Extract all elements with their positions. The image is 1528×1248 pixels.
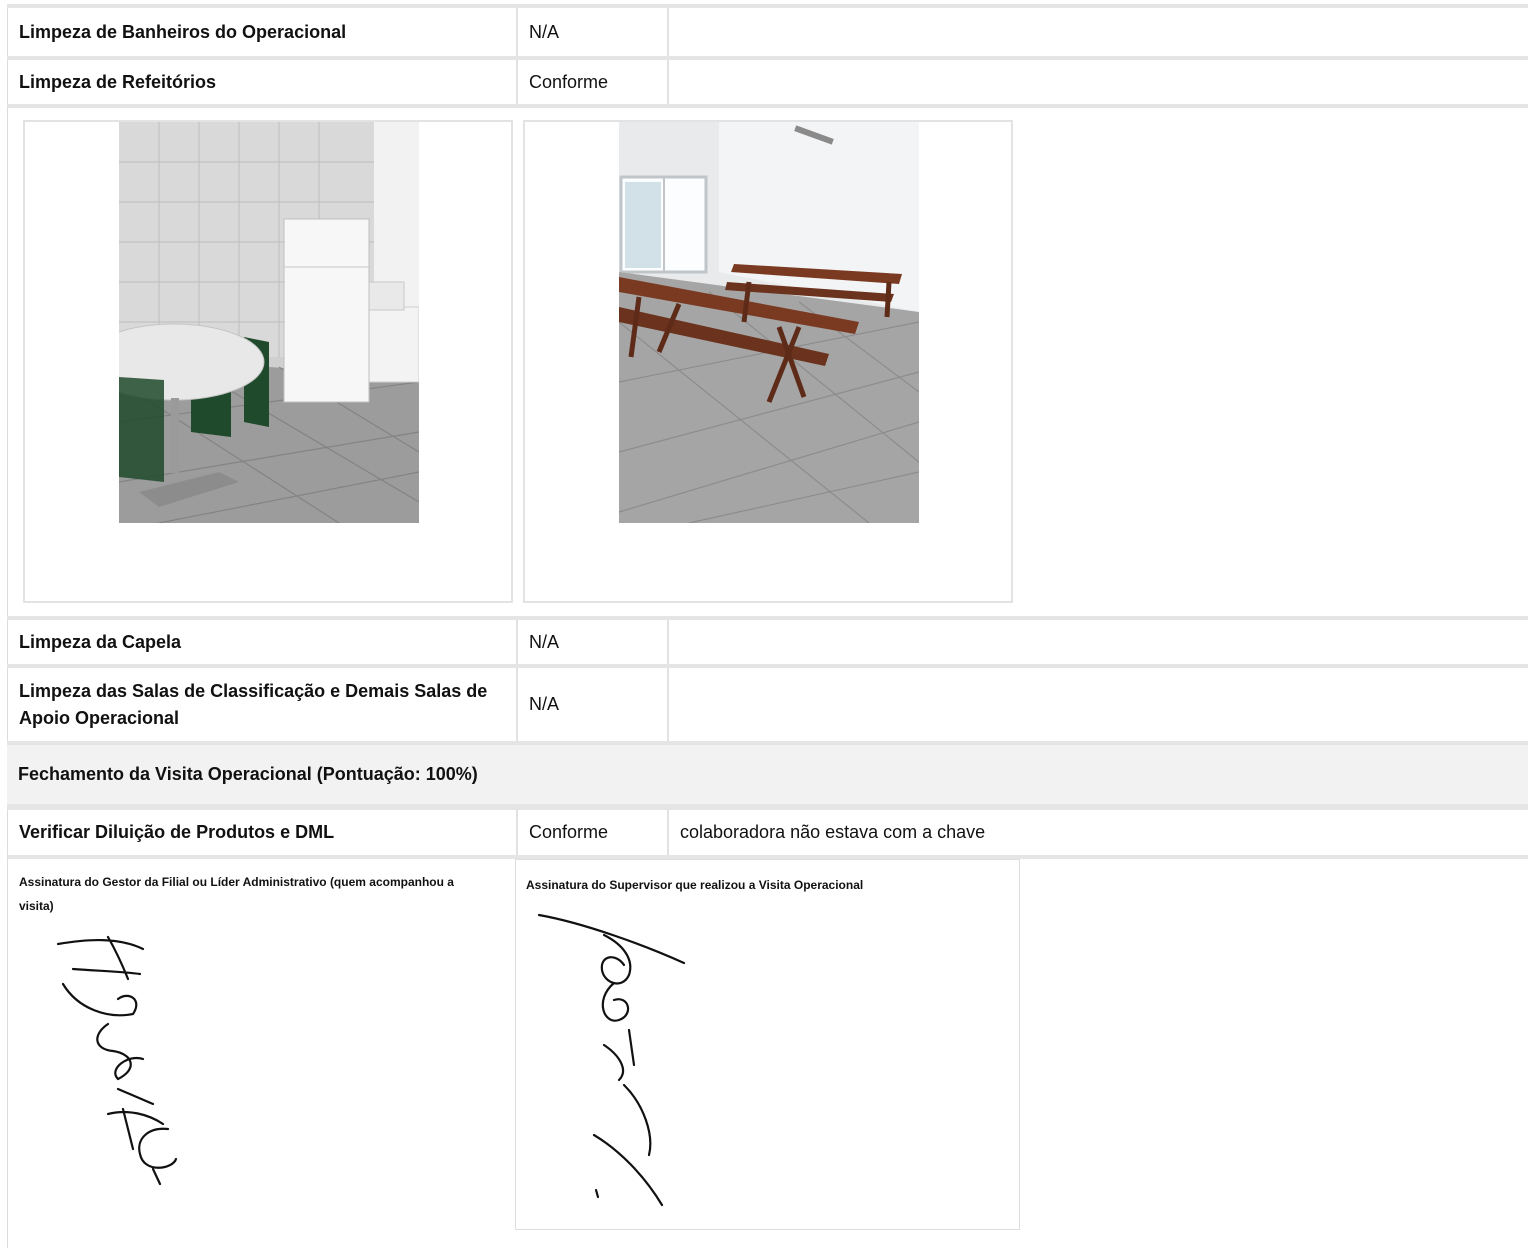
section-title: Fechamento da Visita Operacional (Pontua… <box>18 764 478 784</box>
supervisor-signature <box>537 913 686 1207</box>
supervisor-signature-box: Assinatura do Supervisor que realizou a … <box>515 859 1020 1230</box>
manager-signature <box>56 935 178 1186</box>
item-label: Limpeza da Capela <box>7 620 516 664</box>
item-status: Conforme <box>516 60 667 104</box>
item-status: Conforme <box>516 810 667 855</box>
table-row: Limpeza da Capela N/A <box>7 616 1528 664</box>
item-status: N/A <box>516 620 667 664</box>
manager-signature-label: Assinatura do Gestor da Filial ou Líder … <box>19 875 454 913</box>
item-comment <box>667 8 1528 56</box>
table-row: Limpeza das Salas de Classificação e Dem… <box>7 664 1528 741</box>
item-comment <box>667 620 1528 664</box>
table-row: Limpeza de Banheiros do Operacional N/A <box>7 4 1528 56</box>
photo-frame <box>23 120 513 603</box>
item-label: Limpeza das Salas de Classificação e Dem… <box>7 668 516 741</box>
item-label: Verificar Diluição de Produtos e DML <box>7 810 516 855</box>
item-comment <box>667 668 1528 741</box>
section-header: Fechamento da Visita Operacional (Pontua… <box>7 741 1528 804</box>
photo-frame <box>523 120 1013 603</box>
item-status: N/A <box>516 668 667 741</box>
dining-room-photo <box>619 122 919 523</box>
photo-row <box>7 104 1528 616</box>
item-label: Limpeza de Refeitórios <box>7 60 516 104</box>
supervisor-signature-label: Assinatura do Supervisor que realizou a … <box>526 878 864 892</box>
item-status: N/A <box>516 8 667 56</box>
item-label: Limpeza de Banheiros do Operacional <box>7 8 516 56</box>
signature-row: Assinatura do Gestor da Filial ou Líder … <box>7 855 1528 1248</box>
table-row: Limpeza de Refeitórios Conforme <box>7 56 1528 104</box>
item-comment: colaboradora não estava com a chave <box>667 810 1528 855</box>
kitchen-photo <box>119 122 419 523</box>
table-row: Verificar Diluição de Produtos e DML Con… <box>7 804 1528 855</box>
item-comment <box>667 60 1528 104</box>
